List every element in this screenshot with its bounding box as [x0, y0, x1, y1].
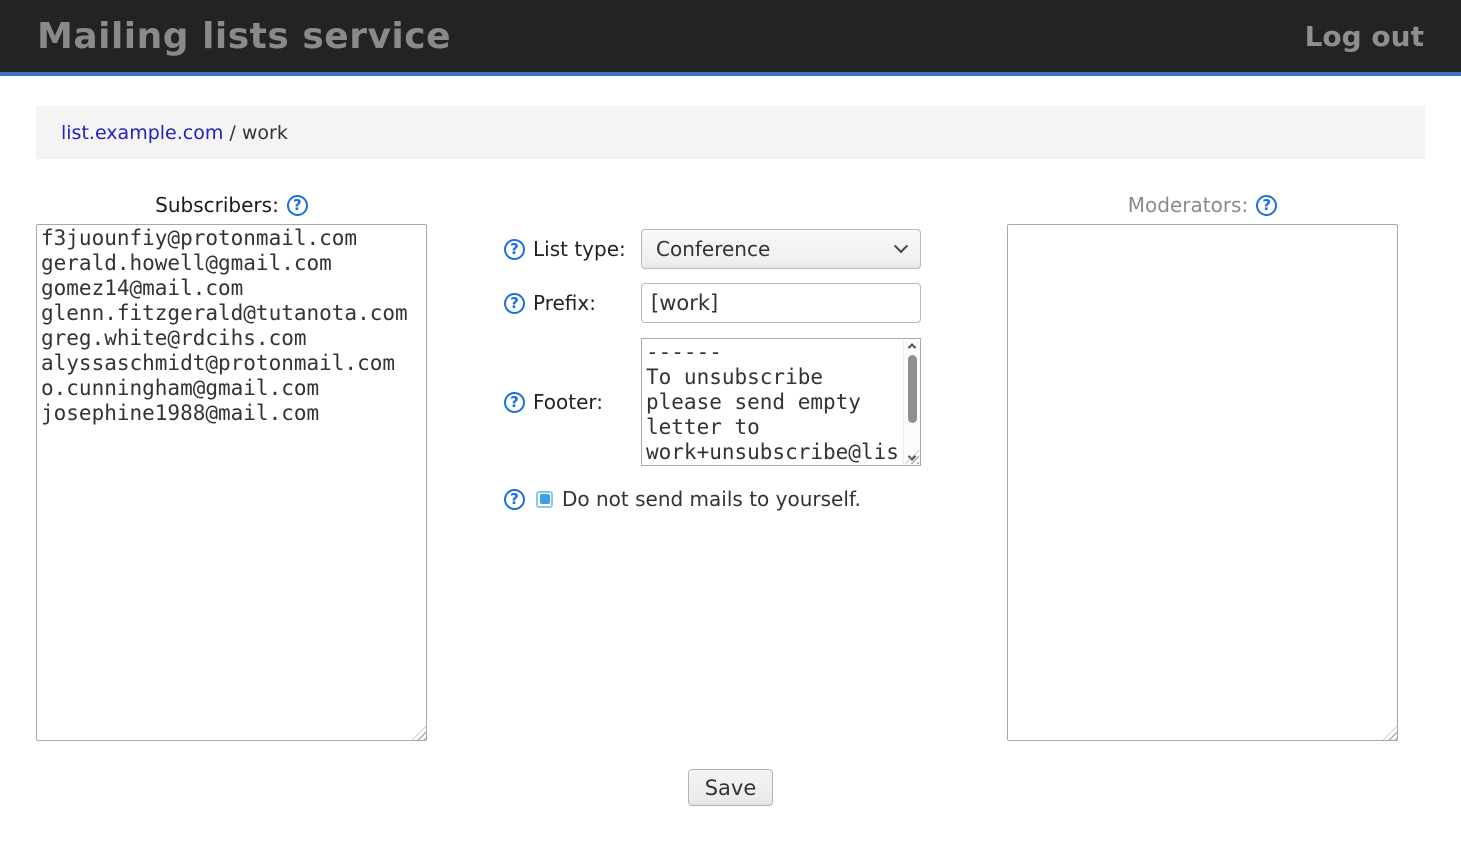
list-type-selected-value: Conference — [656, 237, 770, 261]
help-icon[interactable]: ? — [504, 239, 525, 260]
save-button[interactable]: Save — [688, 769, 774, 806]
footer-row: ? Footer: ------ To unsubscribe please s… — [504, 338, 921, 466]
main-content: Subscribers: ? f3juounfiy@protonmail.com… — [36, 159, 1425, 741]
self-mail-row: ? Do not send mails to yourself. — [504, 488, 921, 510]
moderators-textarea[interactable] — [1007, 224, 1398, 741]
self-mail-label: Do not send mails to yourself. — [562, 487, 861, 511]
checkbox-checked-mark — [540, 494, 550, 504]
prefix-label: Prefix: — [533, 291, 596, 315]
breadcrumb-current: work — [242, 122, 288, 144]
list-type-label: List type: — [533, 237, 626, 261]
app-header: Mailing lists service Log out — [0, 0, 1461, 76]
help-icon[interactable]: ? — [504, 489, 525, 510]
help-icon[interactable]: ? — [287, 195, 308, 216]
help-icon[interactable]: ? — [504, 392, 525, 413]
list-type-select[interactable]: Conference — [641, 229, 921, 269]
prefix-row: ? Prefix: — [504, 283, 921, 323]
footer-label: Footer: — [533, 390, 603, 414]
breadcrumb: list.example.com / work — [36, 106, 1425, 159]
subscribers-textarea-wrap: f3juounfiy@protonmail.com gerald.howell@… — [36, 224, 427, 741]
moderators-textarea-wrap — [1007, 224, 1398, 741]
save-row: Save — [0, 769, 1461, 806]
footer-text: ------ To unsubscribe please send empty … — [646, 340, 901, 464]
footer-scrollbar[interactable] — [903, 339, 920, 465]
prefix-input[interactable] — [641, 283, 921, 323]
footer-textarea[interactable]: ------ To unsubscribe please send empty … — [641, 338, 921, 466]
list-settings-form: ? List type: Conference ? Prefix: ? Foot… — [504, 229, 921, 510]
moderators-panel: Moderators: ? — [1007, 193, 1398, 741]
list-type-row: ? List type: Conference — [504, 229, 921, 269]
moderators-label: Moderators: — [1128, 193, 1248, 217]
subscribers-label-row: Subscribers: ? — [36, 193, 427, 217]
app-title: Mailing lists service — [37, 16, 451, 57]
scrollbar-thumb[interactable] — [908, 355, 917, 423]
moderators-label-row: Moderators: ? — [1007, 193, 1398, 217]
logout-link[interactable]: Log out — [1305, 20, 1424, 53]
self-mail-checkbox[interactable] — [536, 491, 553, 508]
chevron-down-icon — [894, 239, 908, 253]
subscribers-textarea[interactable]: f3juounfiy@protonmail.com gerald.howell@… — [36, 224, 427, 741]
help-icon[interactable]: ? — [504, 293, 525, 314]
breadcrumb-domain-link[interactable]: list.example.com — [61, 122, 223, 144]
help-icon[interactable]: ? — [1256, 195, 1277, 216]
breadcrumb-separator: / — [223, 122, 241, 144]
subscribers-label: Subscribers: — [155, 193, 279, 217]
subscribers-panel: Subscribers: ? f3juounfiy@protonmail.com… — [36, 193, 427, 741]
scroll-up-icon[interactable] — [904, 339, 920, 353]
